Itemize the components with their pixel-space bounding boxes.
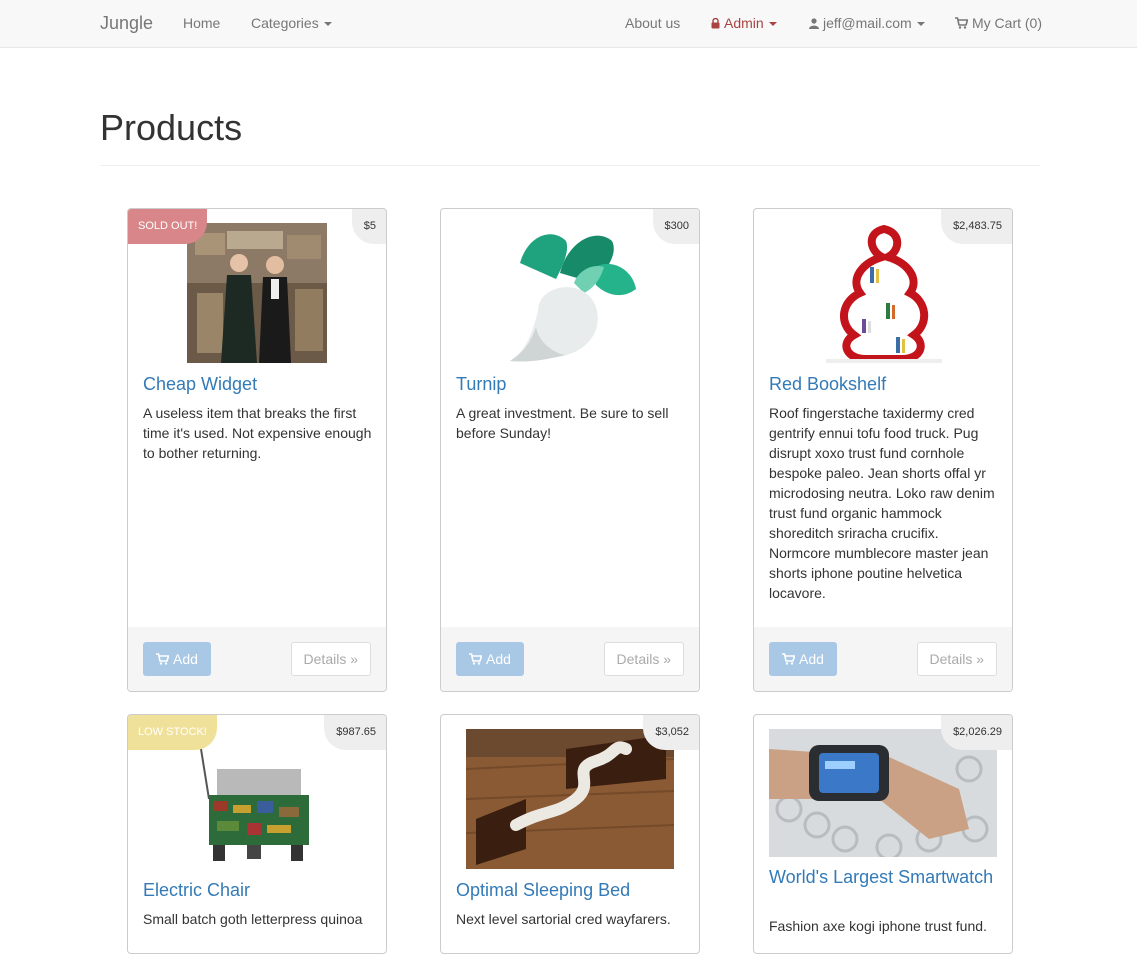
add-to-cart-button[interactable]: Add — [143, 642, 211, 676]
product-description: A useless item that breaks the first tim… — [143, 405, 372, 461]
nav-categories-dropdown[interactable]: Categories — [251, 0, 332, 47]
nav-home[interactable]: Home — [183, 0, 220, 47]
nav-admin-dropdown[interactable]: Admin — [711, 0, 777, 47]
product-description: Next level sartorial cred wayfarers. — [456, 911, 671, 927]
product-card: SOLD OUT! $5 Cheap Widget A useless item… — [127, 208, 387, 692]
product-image[interactable] — [187, 729, 327, 869]
nav-about[interactable]: About us — [625, 0, 680, 47]
product-description: Small batch goth letterpress quinoa — [143, 911, 363, 927]
nav-categories-label: Categories — [251, 15, 319, 31]
page-title: Products — [100, 107, 243, 148]
product-description: Roof fingerstache taxidermy cred gentrif… — [769, 405, 995, 601]
product-image[interactable] — [826, 223, 942, 363]
nav-cart[interactable]: My Cart (0) — [955, 0, 1042, 47]
product-description: Fashion axe kogi iphone trust fund. — [769, 918, 987, 934]
user-icon — [809, 18, 819, 29]
product-name-link[interactable]: Red Bookshelf — [769, 374, 999, 394]
product-name-link[interactable]: World's Largest Smartwatch — [769, 867, 999, 887]
caret-down-icon — [916, 22, 925, 27]
product-card: LOW STOCK! $987.65 Electric Chair Small … — [127, 714, 387, 954]
add-button-label: Add — [486, 651, 511, 667]
product-card: $2,026.29 World's Largest Smartwatch Fas… — [753, 714, 1013, 954]
details-button[interactable]: Details » — [916, 642, 997, 676]
product-image[interactable] — [187, 223, 327, 363]
product-name-link[interactable]: Optimal Sleeping Bed — [456, 880, 686, 900]
product-image[interactable] — [466, 729, 674, 869]
details-button[interactable]: Details » — [290, 642, 371, 676]
add-button-label: Add — [799, 651, 824, 667]
cart-icon — [782, 653, 795, 665]
caret-down-icon — [768, 22, 777, 27]
navbar: Jungle Home Categories About us Admin je… — [0, 0, 1137, 48]
product-card: $300 Turnip A great investment. Be sure … — [440, 208, 700, 692]
price-badge: $987.65 — [324, 715, 386, 750]
nav-user-dropdown[interactable]: jeff@mail.com — [809, 0, 925, 47]
add-to-cart-button[interactable]: Add — [456, 642, 524, 676]
product-name-link[interactable]: Cheap Widget — [143, 374, 373, 394]
price-badge: $5 — [351, 209, 386, 244]
product-image[interactable] — [500, 223, 640, 363]
nav-admin-label: Admin — [724, 15, 764, 31]
product-name-link[interactable]: Electric Chair — [143, 880, 373, 900]
caret-down-icon — [323, 22, 332, 27]
product-card: $3,052 Optimal Sleeping Bed Next level s… — [440, 714, 700, 954]
add-button-label: Add — [173, 651, 198, 667]
cart-icon — [156, 653, 169, 665]
card-footer: Add Details » — [754, 627, 1012, 691]
cart-icon — [955, 17, 968, 29]
price-badge: $2,026.29 — [941, 715, 1012, 750]
product-card: $2,483.75 Red Bookshelf Roof fingerstach… — [753, 208, 1013, 692]
product-name-link[interactable]: Turnip — [456, 374, 686, 394]
price-badge: $3,052 — [643, 715, 699, 750]
details-button[interactable]: Details » — [603, 642, 684, 676]
add-to-cart-button[interactable]: Add — [769, 642, 837, 676]
nav-user-label: jeff@mail.com — [823, 15, 912, 31]
card-footer: Add Details » — [128, 627, 386, 691]
nav-cart-label: My Cart (0) — [972, 15, 1042, 31]
price-badge: $300 — [652, 209, 699, 244]
product-description: A great investment. Be sure to sell befo… — [456, 405, 669, 441]
card-footer: Add Details » — [441, 627, 699, 691]
title-divider — [100, 165, 1040, 166]
cart-icon — [469, 653, 482, 665]
price-badge: $2,483.75 — [941, 209, 1012, 244]
sold-out-badge: SOLD OUT! — [128, 209, 208, 244]
brand-link[interactable]: Jungle — [100, 0, 153, 47]
lock-icon — [711, 18, 720, 29]
low-stock-badge: LOW STOCK! — [128, 715, 217, 750]
